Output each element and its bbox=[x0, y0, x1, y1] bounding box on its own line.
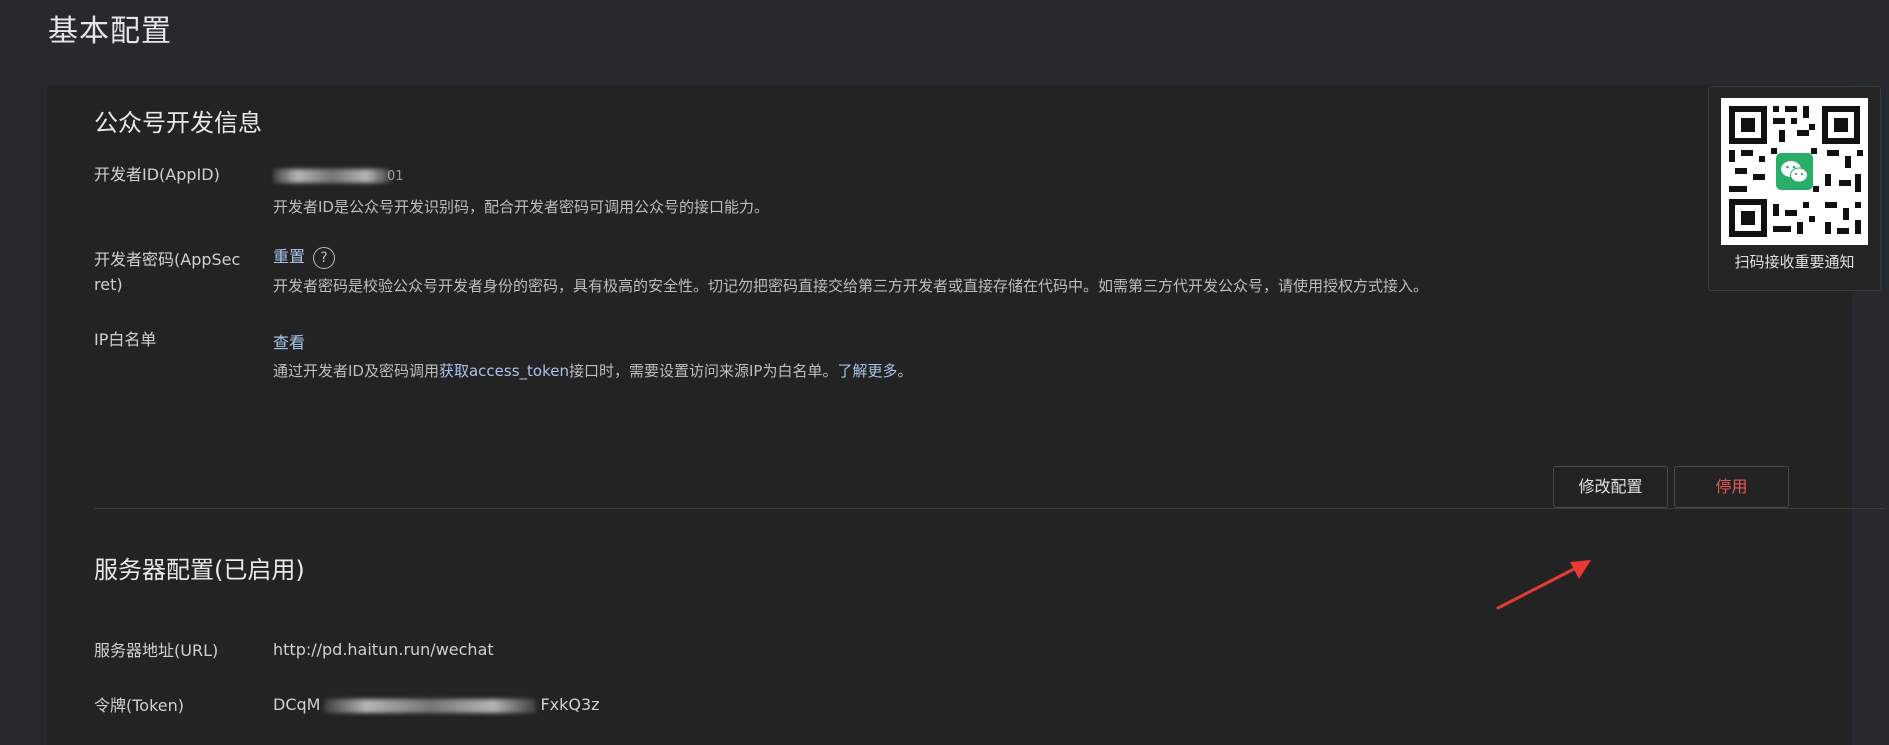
ip-whitelist-description: 通过开发者ID及密码调用获取access_token接口时，需要设置访问来源IP… bbox=[273, 362, 913, 380]
qr-caption: 扫码接收重要通知 bbox=[1734, 253, 1855, 271]
redacted-appid bbox=[273, 168, 391, 183]
help-icon[interactable]: ? bbox=[313, 246, 336, 269]
appsecret-label: 开发者密码(AppSec ret) bbox=[94, 250, 241, 294]
appid-description: 开发者ID是公众号开发识别码，配合开发者密码可调用公众号的接口能力。 bbox=[273, 198, 769, 216]
appsecret-row: 重置? bbox=[273, 243, 336, 269]
annotation-arrow bbox=[1496, 560, 1591, 610]
token-value: DCqM FxkQ3z bbox=[273, 695, 600, 714]
appsecret-description: 开发者密码是校验公众号开发者身份的密码，具有极高的安全性。切记勿把密码直接交给第… bbox=[273, 277, 1429, 295]
server-url-label: 服务器地址(URL) bbox=[94, 641, 219, 660]
section-divider bbox=[94, 508, 1884, 509]
token-label: 令牌(Token) bbox=[94, 696, 185, 715]
server-url-value: http://pd.haitun.run/wechat bbox=[273, 640, 494, 659]
learn-more-link[interactable]: 了解更多 bbox=[837, 362, 897, 380]
qr-code bbox=[1721, 98, 1868, 245]
ip-whitelist-label: IP白名单 bbox=[94, 330, 157, 349]
wechat-icon bbox=[1781, 161, 1808, 183]
appid-label: 开发者ID(AppID) bbox=[94, 165, 220, 184]
dev-info-title: 公众号开发信息 bbox=[94, 109, 262, 137]
view-whitelist-link[interactable]: 查看 bbox=[273, 333, 305, 352]
qr-panel: 扫码接收重要通知 bbox=[1708, 86, 1881, 291]
appid-value: 01 bbox=[273, 165, 404, 184]
reset-secret-link[interactable]: 重置 bbox=[273, 247, 305, 266]
modify-config-button[interactable]: 修改配置 bbox=[1553, 466, 1668, 508]
config-card: 公众号开发信息 开发者ID(AppID) 01 开发者ID是公众号开发识别码，配… bbox=[47, 85, 1884, 745]
server-config-title: 服务器配置(已启用) bbox=[94, 556, 305, 584]
page-title: 基本配置 bbox=[48, 14, 172, 49]
access-token-link[interactable]: 获取access_token bbox=[439, 362, 569, 380]
redacted-token bbox=[324, 698, 537, 713]
disable-button[interactable]: 停用 bbox=[1674, 466, 1789, 508]
